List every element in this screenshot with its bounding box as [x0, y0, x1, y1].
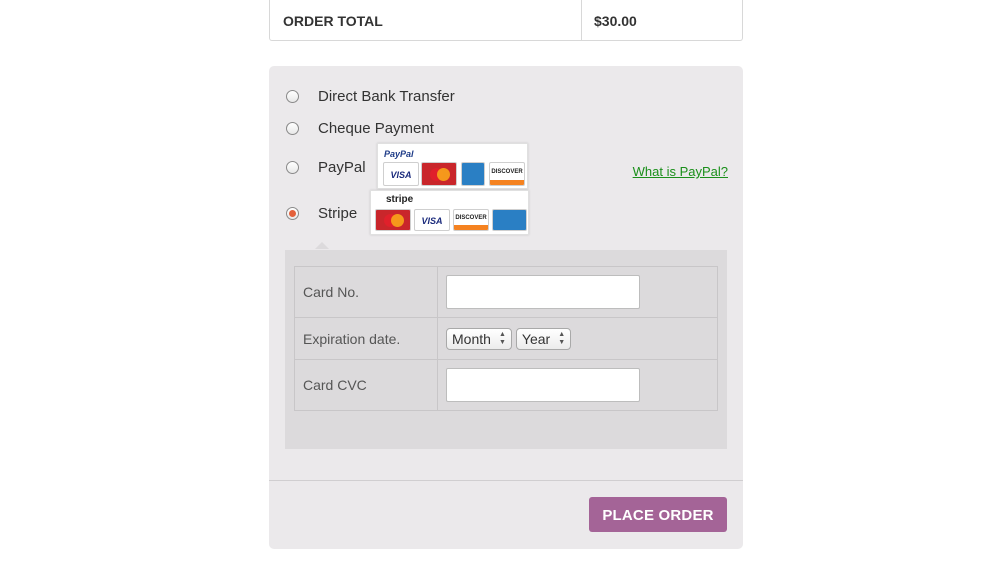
cheque-radio[interactable]	[286, 122, 299, 135]
stripe-panel-pointer	[315, 242, 329, 249]
place-order-button[interactable]: PLACE ORDER	[589, 497, 727, 532]
order-total-row: ORDER TOTAL $30.00	[269, 0, 743, 41]
expiration-month-select[interactable]: Month ▲ ▼	[446, 327, 512, 350]
mastercard-card-icon	[375, 209, 411, 231]
discover-card-icon: DISCOVER	[489, 162, 525, 186]
amex-card-icon	[461, 162, 485, 186]
visa-card-icon: VISA	[383, 162, 419, 186]
card-number-label: Card No.	[294, 266, 438, 318]
card-cvc-label: Card CVC	[294, 359, 438, 411]
card-number-input[interactable]	[446, 275, 640, 309]
discover-card-icon: DISCOVER	[453, 209, 489, 231]
select-arrows-icon: ▲ ▼	[558, 330, 566, 346]
month-select-value: Month	[452, 330, 491, 347]
year-select-value: Year	[521, 330, 551, 347]
stripe-radio[interactable]	[286, 207, 299, 220]
paypal-label[interactable]: PayPal	[318, 159, 366, 176]
stripe-card-form: Card No. Expiration date. Month ▲ ▼ Year …	[285, 250, 727, 449]
mastercard-card-icon	[421, 162, 457, 186]
what-is-paypal-link[interactable]: What is PayPal?	[633, 164, 728, 179]
order-total-label: ORDER TOTAL	[270, 0, 582, 40]
card-cvc-row: Card CVC	[294, 359, 718, 411]
payment-methods-box: Direct Bank Transfer Cheque Payment PayP…	[269, 66, 743, 549]
paypal-radio[interactable]	[286, 161, 299, 174]
stripe-brand-logo: stripe	[386, 194, 414, 205]
divider	[269, 480, 743, 481]
card-cvc-input[interactable]	[446, 368, 640, 402]
select-arrows-icon: ▲ ▼	[498, 330, 506, 346]
bank-transfer-label[interactable]: Direct Bank Transfer	[318, 88, 455, 105]
stripe-card-logos: stripe VISA DISCOVER	[370, 190, 529, 235]
order-total-value: $30.00	[594, 13, 637, 29]
expiration-year-select[interactable]: Year ▲ ▼	[515, 327, 572, 350]
amex-card-icon	[492, 209, 527, 231]
card-details-table: Card No. Expiration date. Month ▲ ▼ Year …	[294, 266, 718, 411]
paypal-brand-logo: PayPal	[384, 149, 414, 159]
expiration-row: Expiration date. Month ▲ ▼ Year ▲ ▼	[294, 317, 718, 360]
card-number-row: Card No.	[294, 266, 718, 318]
stripe-label[interactable]: Stripe	[318, 205, 357, 222]
visa-card-icon: VISA	[414, 209, 450, 231]
expiration-label: Expiration date.	[294, 317, 438, 360]
bank-transfer-radio[interactable]	[286, 90, 299, 103]
cheque-label[interactable]: Cheque Payment	[318, 120, 434, 137]
paypal-card-logos: PayPal VISA DISCOVER	[377, 143, 528, 189]
